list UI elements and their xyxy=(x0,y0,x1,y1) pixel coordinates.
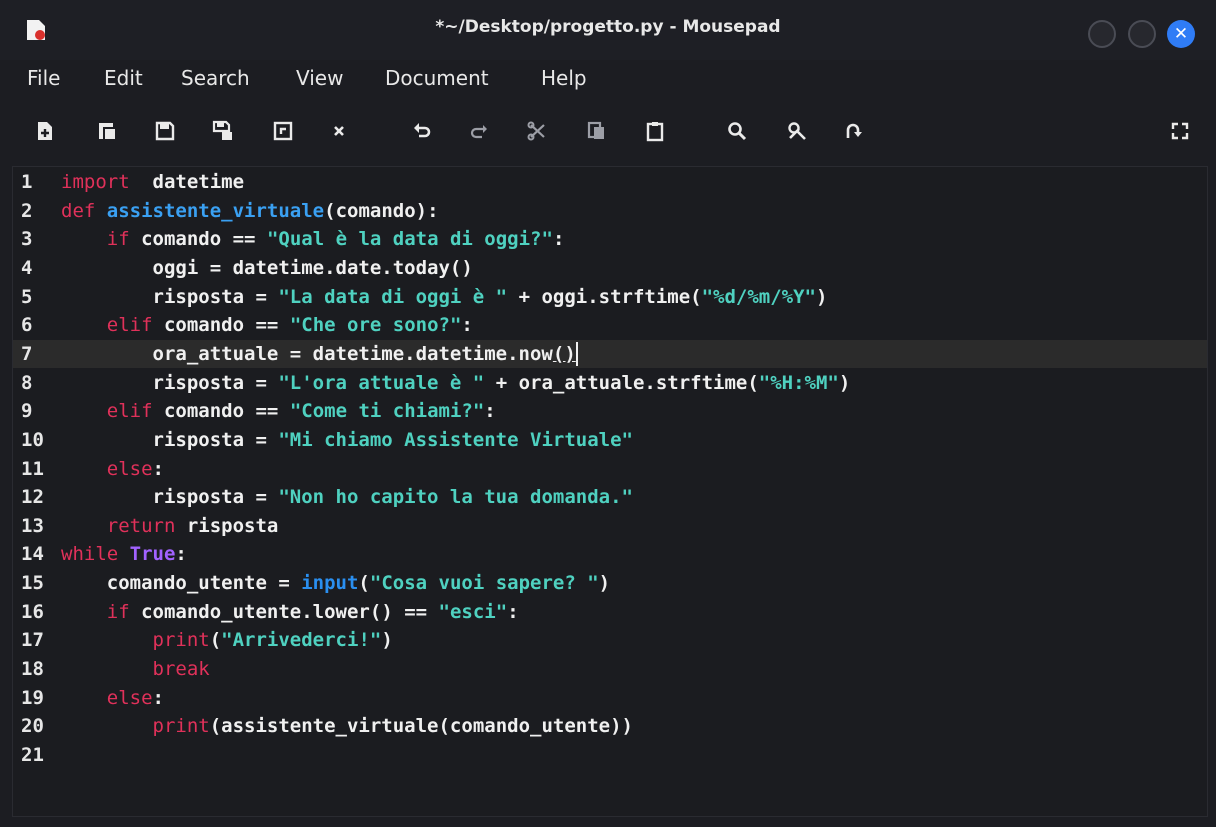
code-text: else: xyxy=(106,457,164,480)
code-text: import datetime xyxy=(61,171,245,193)
code-text: elif comando == "Che ore sono?": xyxy=(106,314,473,337)
code-line[interactable]: 10 risposta = "Mi chiamo Assistente Virt… xyxy=(13,426,1207,454)
line-number: 6 xyxy=(21,314,33,337)
code-text: return risposta xyxy=(106,514,279,537)
code-line[interactable]: 1 import datetime xyxy=(13,168,1207,196)
toolbar xyxy=(0,103,1216,161)
code-line[interactable]: 18 break xyxy=(13,655,1207,683)
undo-icon[interactable] xyxy=(405,114,439,148)
code-line[interactable]: 21 xyxy=(13,741,1207,769)
code-line[interactable]: 16 if comando_utente.lower() == "esci": xyxy=(13,598,1207,626)
code-text: break xyxy=(152,658,210,681)
code-text: risposta = "Non ho capito la tua domanda… xyxy=(61,486,633,509)
code-text: ora_attuale = datetime.datetime.now() xyxy=(61,342,578,367)
code-text: else: xyxy=(106,686,164,709)
line-number: 13 xyxy=(21,514,44,537)
line-number: 10 xyxy=(21,428,44,451)
menu-document[interactable]: Document xyxy=(385,66,489,90)
maximize-button[interactable] xyxy=(1128,20,1156,48)
line-number: 7 xyxy=(21,342,33,365)
cut-icon[interactable] xyxy=(520,114,554,148)
code-line[interactable]: 7 ora_attuale = datetime.datetime.now() xyxy=(13,339,1207,368)
line-number: 18 xyxy=(21,658,44,681)
new-window-icon[interactable] xyxy=(90,114,124,148)
find-icon[interactable] xyxy=(720,114,754,148)
close-button[interactable]: ✕ xyxy=(1167,20,1195,48)
line-number: 11 xyxy=(21,457,44,480)
code-line[interactable]: 5 risposta = "La data di oggi è " + oggi… xyxy=(13,283,1207,311)
menu-help[interactable]: Help xyxy=(541,66,587,90)
revert-icon[interactable] xyxy=(266,114,300,148)
code-text: risposta = "Mi chiamo Assistente Virtual… xyxy=(61,428,633,451)
line-number: 17 xyxy=(21,629,44,652)
menu-file[interactable]: File xyxy=(27,66,60,90)
code-line[interactable]: 20 print(assistente_virtuale(comando_ute… xyxy=(13,712,1207,740)
mousepad-window: *~/Desktop/progetto.py - Mousepad ✕ File… xyxy=(0,0,1216,827)
code-text: comando_utente = input("Cosa vuoi sapere… xyxy=(61,572,611,595)
code-text: print("Arrivederci!") xyxy=(152,629,393,652)
line-number: 14 xyxy=(21,543,44,566)
menu-edit[interactable]: Edit xyxy=(104,66,143,90)
new-document-icon[interactable] xyxy=(28,114,62,148)
code-line[interactable]: 6 elif comando == "Che ore sono?": xyxy=(13,311,1207,339)
save-as-icon[interactable] xyxy=(206,114,240,148)
close-icon: ✕ xyxy=(1173,24,1189,44)
line-number: 15 xyxy=(21,572,44,595)
line-number: 5 xyxy=(21,285,33,308)
line-number: 3 xyxy=(21,228,33,251)
line-number: 1 xyxy=(21,171,33,193)
code-text: oggi = datetime.date.today() xyxy=(61,256,473,279)
code-line[interactable]: 3 if comando == "Qual è la data di oggi?… xyxy=(13,225,1207,253)
paste-icon[interactable] xyxy=(638,114,672,148)
save-icon[interactable] xyxy=(148,114,182,148)
code-text: if comando == "Qual è la data di oggi?": xyxy=(106,228,565,251)
code-line[interactable]: 19 else: xyxy=(13,684,1207,712)
redo-icon[interactable] xyxy=(462,114,496,148)
copy-icon[interactable] xyxy=(580,114,614,148)
line-number: 21 xyxy=(21,744,44,766)
window-title: *~/Desktop/progetto.py - Mousepad xyxy=(435,17,781,37)
goto-line-icon[interactable] xyxy=(836,114,870,148)
fullscreen-icon[interactable] xyxy=(1163,114,1197,148)
minimize-button[interactable] xyxy=(1088,20,1116,48)
code-text: def assistente_virtuale(comando): xyxy=(61,199,439,222)
code-line[interactable]: 11 else: xyxy=(13,455,1207,483)
title-bar[interactable]: *~/Desktop/progetto.py - Mousepad ✕ xyxy=(0,0,1216,60)
code-text: if comando_utente.lower() == "esci": xyxy=(106,600,519,623)
menu-search[interactable]: Search xyxy=(181,66,250,90)
code-text: elif comando == "Come ti chiami?": xyxy=(106,400,496,423)
line-number: 20 xyxy=(21,715,44,738)
code-line[interactable]: 13 return risposta xyxy=(13,512,1207,540)
code-text: risposta = "L'ora attuale è " + ora_attu… xyxy=(61,371,851,394)
code-editor[interactable]: 1 import datetime 2 def assistente_virtuale… xyxy=(12,166,1208,817)
line-number: 8 xyxy=(21,371,33,394)
text-cursor xyxy=(575,342,578,367)
line-number: 4 xyxy=(21,256,33,279)
code-line[interactable]: 17 print("Arrivederci!") xyxy=(13,626,1207,654)
code-line[interactable]: 2 def assistente_virtuale(comando): xyxy=(13,197,1207,225)
menu-bar: File Edit Search View Document Help xyxy=(0,60,1216,100)
code-text: while True: xyxy=(61,543,187,566)
code-line[interactable]: 8 risposta = "L'ora attuale è " + ora_at… xyxy=(13,369,1207,397)
code-line[interactable]: 15 comando_utente = input("Cosa vuoi sap… xyxy=(13,569,1207,597)
code-line[interactable]: 14 while True: xyxy=(13,540,1207,568)
line-number: 2 xyxy=(21,199,33,222)
line-number: 19 xyxy=(21,686,44,709)
code-line[interactable]: 12 risposta = "Non ho capito la tua doma… xyxy=(13,483,1207,511)
find-replace-icon[interactable] xyxy=(780,114,814,148)
menu-view[interactable]: View xyxy=(296,66,343,90)
code-text: risposta = "La data di oggi è " + oggi.s… xyxy=(61,285,828,308)
code-line[interactable]: 4 oggi = datetime.date.today() xyxy=(13,254,1207,282)
line-number: 9 xyxy=(21,400,33,423)
code-line[interactable]: 9 elif comando == "Come ti chiami?": xyxy=(13,397,1207,425)
code-text: print(assistente_virtuale(comando_utente… xyxy=(152,715,633,738)
line-number: 12 xyxy=(21,486,44,509)
line-number: 16 xyxy=(21,600,44,623)
close-tab-icon[interactable] xyxy=(322,114,356,148)
